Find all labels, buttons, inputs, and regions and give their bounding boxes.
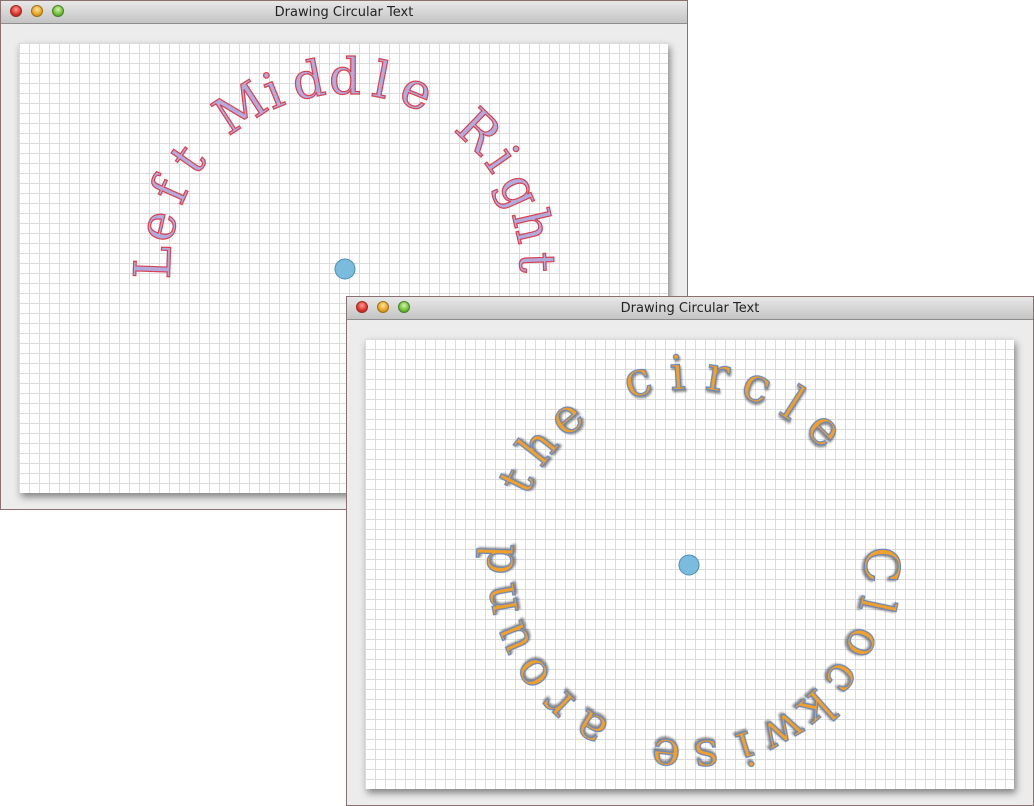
window-title: Drawing Circular Text	[274, 5, 414, 20]
circular-text-glyph: d	[469, 543, 526, 575]
circular-text-glyph: C	[853, 547, 909, 584]
circular-text-glyph: l	[772, 376, 815, 431]
circular-text-glyph: r	[702, 346, 733, 405]
circular-text-glyph: l	[848, 592, 906, 619]
title-bar[interactable]: Drawing Circular Text	[347, 297, 1033, 320]
circular-text-glyph: d	[287, 49, 329, 112]
circular-text-drawing: Clockwisearoundthec i r cle	[468, 344, 910, 785]
circular-text-glyph: t	[158, 134, 217, 184]
circular-text-glyph: n	[470, 579, 531, 620]
circular-text-glyph: c	[617, 350, 658, 411]
center-point-dot	[334, 258, 356, 280]
circular-text-glyph: L	[124, 245, 183, 280]
window-title: Drawing Circular Text	[620, 301, 760, 316]
circular-text-glyph: e	[795, 399, 855, 459]
window-clockwise-around: Drawing Circular Text Clockwisearoundthe…	[346, 296, 1034, 806]
drawing-canvas: Clockwisearoundthecircle	[365, 339, 1014, 789]
title-bar[interactable]: Drawing Circular Text	[1, 1, 687, 24]
circular-text-glyph: l	[368, 51, 395, 111]
circular-text-glyph: e	[126, 205, 189, 247]
circular-text-glyph: c	[735, 355, 780, 417]
circular-text-glyph: e	[392, 59, 441, 124]
circular-text-glyph: i	[668, 345, 687, 402]
center-point-dot	[678, 554, 700, 576]
circular-text-glyph: t	[508, 251, 567, 273]
circular-text-glyph: e	[648, 726, 683, 785]
circular-text-glyph: s	[692, 727, 722, 785]
circular-text-glyph: d	[329, 48, 361, 106]
circular-text-glyph: i	[730, 719, 761, 777]
